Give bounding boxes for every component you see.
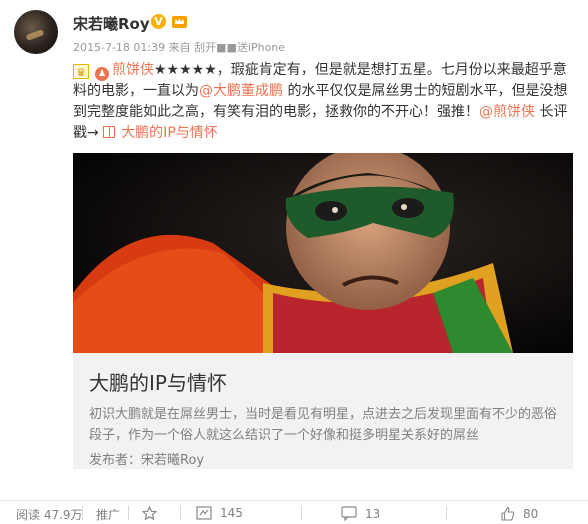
article-link[interactable]: 大鹏的IP与情怀	[103, 125, 218, 141]
divider	[301, 506, 302, 520]
repost-icon	[196, 506, 212, 520]
action-bar: 阅读 47.9万 推广 145 13 80	[0, 500, 588, 524]
thumbs-up-icon	[501, 506, 515, 521]
member-crown-icon[interactable]	[171, 13, 188, 29]
divider	[446, 506, 447, 520]
star-icon	[142, 506, 157, 521]
read-count: 阅读 47.9万	[16, 508, 83, 522]
verified-badge-icon: V	[151, 14, 166, 29]
article-author: 发布者：宋若曦Roy	[89, 453, 205, 468]
like-button[interactable]: 80	[500, 506, 538, 521]
promote-button[interactable]: 推广	[96, 506, 120, 523]
movie-link[interactable]: ♟ 煎饼侠	[95, 62, 154, 81]
divider	[180, 506, 181, 520]
article-icon	[103, 126, 116, 138]
username[interactable]: 宋若曦Roy	[73, 13, 150, 34]
rating-stars: ★★★★★	[154, 62, 217, 78]
movie-link-icon: ♟	[95, 67, 109, 81]
divider	[82, 506, 83, 520]
comment-button[interactable]: 13	[341, 506, 380, 521]
article-card[interactable]: 大鹏的IP与情怀 初识大鹏就是在屌丝男士，当时是看见有明星，点进去之后发现里面有…	[73, 153, 573, 469]
post-meta: 2015-7-18 01:39 来自 刮开■■送iPhone	[73, 41, 286, 54]
comment-icon	[341, 506, 357, 521]
article-description: 初识大鹏就是在屌丝男士，当时是看见有明星，点进去之后发现里面有不少的恶俗段子，作…	[89, 407, 558, 443]
post-text: ♛ ♟ 煎饼侠★★★★★，瑕疵肯定有，但是就是想打五星。七月份以来最超乎意料的电影，…	[73, 62, 568, 141]
repost-button[interactable]: 145	[196, 506, 243, 520]
mention-link[interactable]: @大鹏董成鹏	[199, 83, 283, 99]
avatar[interactable]	[14, 10, 58, 54]
article-cover-image	[73, 153, 573, 353]
mention-link[interactable]: @煎饼侠	[479, 104, 535, 120]
trophy-icon: ♛	[73, 64, 89, 79]
article-title[interactable]: 大鹏的IP与情怀	[89, 367, 227, 396]
favorite-button[interactable]	[142, 506, 165, 521]
divider	[128, 506, 129, 520]
